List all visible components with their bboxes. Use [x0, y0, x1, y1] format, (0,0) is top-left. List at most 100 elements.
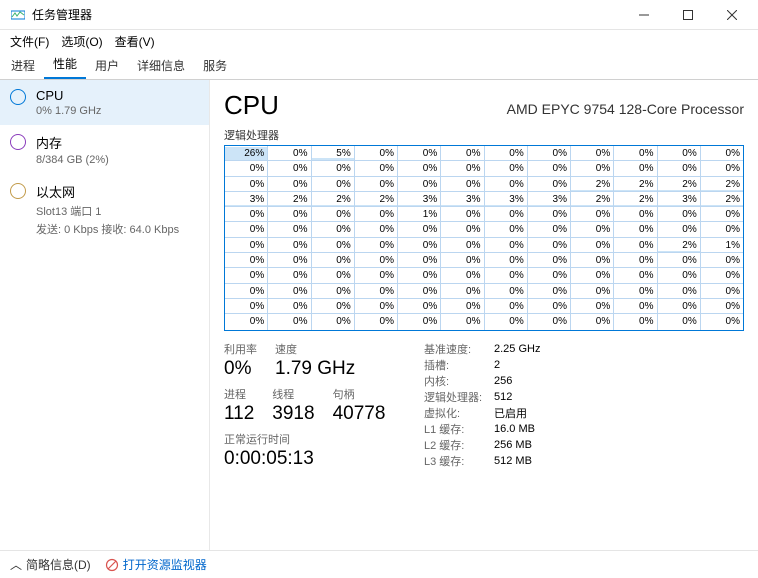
stat-value: 512 [494, 391, 512, 403]
core-cell: 0% [355, 222, 398, 237]
stats-left: 利用率0% 速度1.79 GHz 进程112 线程3918 句柄40778 正常… [224, 341, 424, 470]
core-cell: 1% [701, 238, 743, 253]
tab-用户[interactable]: 用户 [86, 52, 128, 79]
core-cell: 1% [398, 207, 441, 222]
sidebar-item-以太网[interactable]: 以太网Slot13 端口 1发送: 0 Kbps 接收: 64.0 Kbps [0, 174, 209, 245]
stat-row: 基准速度:2.25 GHz [424, 341, 540, 357]
core-cell: 0% [312, 268, 355, 283]
menu-file[interactable]: 文件(F) [4, 31, 55, 52]
core-cell: 0% [614, 146, 657, 161]
ring-icon [10, 89, 26, 105]
core-cell: 0% [225, 207, 268, 222]
core-cell: 0% [485, 238, 528, 253]
core-cell: 0% [614, 222, 657, 237]
fewer-details-link[interactable]: ︿ 简略信息(D) [10, 556, 91, 573]
tab-进程[interactable]: 进程 [2, 52, 44, 79]
chevron-up-icon: ︿ [10, 556, 22, 573]
core-cell: 0% [398, 284, 441, 299]
menu-options[interactable]: 选项(O) [55, 31, 108, 52]
tab-服务[interactable]: 服务 [194, 52, 236, 79]
core-cell: 0% [701, 314, 743, 329]
uptime-value: 0:00:05:13 [224, 448, 424, 470]
handle-value: 40778 [333, 403, 386, 425]
menu-bar: 文件(F) 选项(O) 查看(V) [0, 30, 758, 52]
tab-详细信息[interactable]: 详细信息 [128, 52, 194, 79]
core-cell: 0% [485, 207, 528, 222]
core-cell: 0% [701, 253, 743, 268]
core-cell: 0% [441, 314, 484, 329]
core-cell: 0% [701, 222, 743, 237]
stat-row: 逻辑处理器:512 [424, 389, 540, 405]
core-cell: 2% [312, 192, 355, 207]
stat-value: 2.25 GHz [494, 343, 540, 355]
core-cell: 0% [355, 284, 398, 299]
core-cell: 0% [398, 268, 441, 283]
stat-row: 插槽:2 [424, 357, 540, 373]
sidebar-item-CPU[interactable]: CPU0% 1.79 GHz [0, 80, 209, 125]
core-cell: 2% [701, 177, 743, 192]
core-cell: 0% [268, 161, 311, 176]
core-cell: 0% [485, 177, 528, 192]
core-cell: 0% [355, 177, 398, 192]
core-cell: 5% [312, 146, 355, 161]
sidebar: CPU0% 1.79 GHz 内存 8/384 GB (2%) 以太网Slot13 端… [0, 80, 210, 550]
core-cell: 0% [658, 207, 701, 222]
core-cell: 0% [701, 284, 743, 299]
resmon-label: 打开资源监视器 [123, 556, 207, 573]
stat-value: 2 [494, 359, 500, 371]
core-cell: 0% [225, 284, 268, 299]
processor-name: AMD EPYC 9754 128-Core Processor [507, 101, 744, 117]
core-cell: 0% [485, 268, 528, 283]
core-cell: 0% [312, 177, 355, 192]
core-cell: 0% [485, 253, 528, 268]
maximize-button[interactable] [666, 0, 710, 30]
core-cell: 0% [312, 238, 355, 253]
stat-value: 256 MB [494, 439, 532, 451]
proc-value: 112 [224, 403, 254, 425]
core-cell: 0% [701, 299, 743, 314]
core-cell: 0% [268, 238, 311, 253]
stats-right: 基准速度:2.25 GHz插槽:2内核:256逻辑处理器:512虚拟化:已启用L… [424, 341, 540, 470]
sidebar-item-内存[interactable]: 内存 8/384 GB (2%) [0, 125, 209, 174]
core-cell: 0% [528, 161, 571, 176]
core-cell: 0% [658, 146, 701, 161]
sidebar-item-title: CPU [36, 88, 101, 103]
core-cell: 0% [701, 207, 743, 222]
core-cell: 3% [225, 192, 268, 207]
core-cell: 0% [441, 299, 484, 314]
resource-monitor-link[interactable]: 打开资源监视器 [105, 556, 207, 573]
core-cell: 0% [571, 222, 614, 237]
core-cell: 0% [312, 222, 355, 237]
core-cell: 0% [441, 222, 484, 237]
menu-view[interactable]: 查看(V) [109, 31, 161, 52]
tab-性能[interactable]: 性能 [44, 50, 86, 79]
core-cell: 0% [268, 207, 311, 222]
core-cell: 0% [571, 207, 614, 222]
stat-label: 基准速度: [424, 341, 494, 357]
core-grid[interactable]: 26%0%5%0%0%0%0%0%0%0%0%0%0%0%0%0%0%0%0%0… [224, 145, 744, 331]
core-cell: 0% [614, 161, 657, 176]
core-cell: 0% [658, 222, 701, 237]
stat-value: 16.0 MB [494, 423, 535, 435]
stat-label: 虚拟化: [424, 405, 494, 421]
stat-label: L2 缓存: [424, 437, 494, 453]
core-cell: 3% [398, 192, 441, 207]
thread-label: 线程 [272, 386, 314, 402]
core-cell: 3% [485, 192, 528, 207]
close-button[interactable] [710, 0, 754, 30]
core-cell: 0% [268, 268, 311, 283]
core-cell: 0% [268, 253, 311, 268]
core-cell: 0% [614, 314, 657, 329]
core-cell: 0% [528, 222, 571, 237]
core-cell: 0% [268, 146, 311, 161]
ring-icon [10, 134, 26, 150]
core-cell: 0% [571, 314, 614, 329]
core-cell: 0% [658, 161, 701, 176]
sidebar-item-title: 内存 [36, 133, 109, 152]
core-cell: 0% [398, 146, 441, 161]
minimize-button[interactable] [622, 0, 666, 30]
core-cell: 0% [398, 253, 441, 268]
core-cell: 0% [312, 207, 355, 222]
sidebar-item-sub: 8/384 GB (2%) [36, 154, 109, 166]
tab-bar: 进程性能用户详细信息服务 [0, 52, 758, 80]
